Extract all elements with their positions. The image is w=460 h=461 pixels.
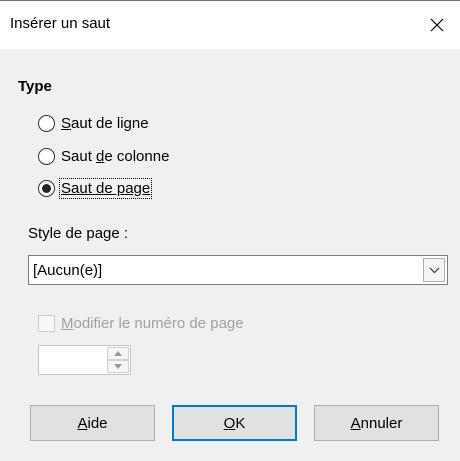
caret-up-icon [114, 351, 122, 356]
radio-column-break-indicator[interactable] [38, 147, 55, 165]
change-page-number-box[interactable] [38, 314, 55, 332]
page-style-select[interactable]: [Aucun(e)] [28, 255, 448, 285]
type-section-label: Type [18, 78, 52, 95]
radio-column-break[interactable]: Saut de colonne [38, 144, 169, 168]
ok-button[interactable]: OK [172, 405, 297, 441]
radio-line-break-label: Saut de ligne [61, 114, 149, 132]
radio-page-break-indicator[interactable] [38, 179, 55, 197]
caret-down-icon [114, 364, 122, 369]
help-button[interactable]: Aide [30, 405, 155, 441]
radio-line-break-indicator[interactable] [38, 114, 55, 132]
page-style-label: Style de page : [28, 225, 129, 242]
close-icon [430, 18, 444, 32]
title-bar: Insérer un saut [0, 1, 460, 49]
radio-page-break-label: Saut de page [58, 177, 153, 199]
change-page-number-label: Modifier le numéro de page [61, 314, 244, 332]
page-style-dropdown-button[interactable] [423, 258, 445, 282]
dialog-title: Insérer un saut [10, 15, 111, 32]
chevron-down-icon [429, 267, 439, 273]
page-number-spinner[interactable] [38, 345, 131, 375]
radio-page-break[interactable]: Saut de page [38, 176, 153, 200]
spin-down-button[interactable] [107, 360, 129, 373]
insert-break-dialog: Insérer un saut Type Saut de ligne Saut … [0, 0, 460, 461]
spin-up-button[interactable] [107, 347, 129, 360]
cancel-button[interactable]: Annuler [314, 405, 439, 441]
radio-column-break-label: Saut de colonne [61, 147, 170, 165]
close-button[interactable] [414, 1, 460, 49]
radio-line-break[interactable]: Saut de ligne [38, 111, 149, 135]
change-page-number-checkbox[interactable]: Modifier le numéro de page [38, 311, 244, 335]
page-style-value: [Aucun(e)] [33, 262, 103, 279]
